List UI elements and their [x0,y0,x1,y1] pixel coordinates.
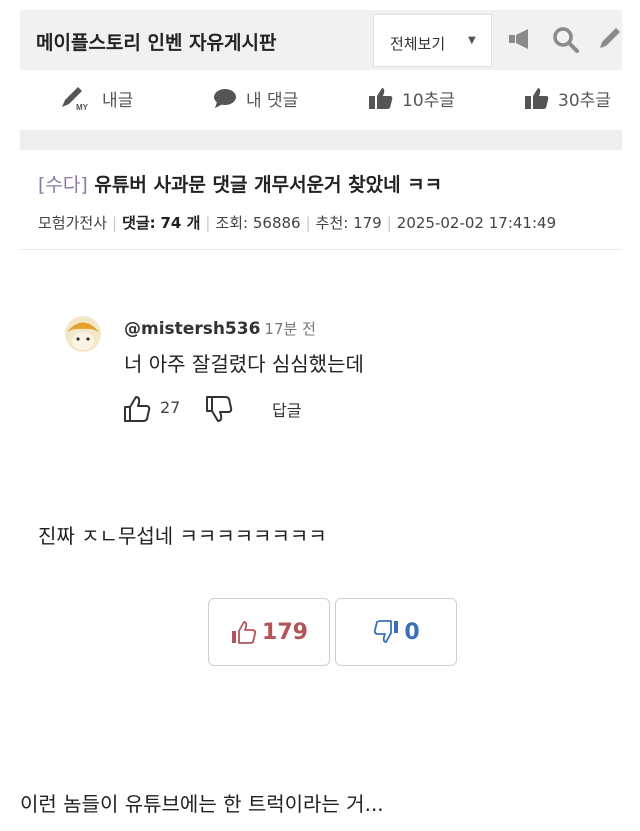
recommend-count: 179 [353,214,382,232]
my-posts-label: 내글 [102,90,134,111]
thumbs-up-outline-icon [232,621,257,644]
top10-label: 10추글 [402,90,455,111]
thumbs-up-icon [525,88,549,109]
my-comments-link[interactable]: 내 댓글 [212,84,298,112]
top10-link[interactable]: 10추글 [368,84,455,112]
downvote-button[interactable]: 0 [335,598,457,666]
comment-handle: @mistersh536 [124,319,261,339]
top30-label: 30추글 [558,90,611,111]
meta-divider [20,249,622,250]
my-menu-bar: MY 내글 내 댓글 10추글 30추글 [20,72,622,124]
my-posts-link[interactable]: MY 내글 [60,84,133,112]
megaphone-icon[interactable] [506,24,536,54]
upvote-count: 179 [262,619,308,645]
my-posts-icon: MY [62,87,89,111]
avatar [65,316,101,352]
search-icon[interactable] [550,24,580,54]
thumbs-down-outline-icon [374,620,399,643]
board-title[interactable]: 메이플스토리 인벤 자유게시판 [36,28,276,55]
post-meta: 모험가전사 | 댓글: 74 개 | 조회: 56886 | 추천: 179 | 2025-02… [38,214,557,232]
post-body-line: 진짜 ㅈㄴ무섭네 ㅋㅋㅋㅋㅋㅋㅋㅋ [38,524,327,548]
post-body-line: 이런 놈들이 유튜브에는 한 트럭이라는 거... [20,792,384,816]
board-header: 메이플스토리 인벤 자유게시판 전체보기 ▼ [20,10,622,70]
post-title-text: 유튜버 사과문 댓글 개무서운거 찾았네 ㅋㅋ [94,174,443,196]
post-datetime: 2025-02-02 17:41:49 [396,214,557,232]
post-category[interactable]: [수다] [38,174,88,196]
top30-link[interactable]: 30추글 [524,84,611,112]
upvote-button[interactable]: 179 [208,598,330,666]
thumbs-up-outline-icon [124,396,151,422]
my-comments-label: 내 댓글 [246,90,299,111]
comment-author: @mistersh536 17분 전 [124,318,316,339]
pencil-icon[interactable] [594,24,624,54]
comment-text: 너 아주 잘걸렸다 심심했는데 [124,352,364,376]
comments-count: 74 개 [160,214,201,232]
downvote-count: 0 [404,619,420,645]
recommend-label: 추천: [315,214,349,232]
view-filter-select[interactable]: 전체보기 ▼ [373,14,492,67]
section-divider [20,130,622,150]
thumbs-up-icon [369,88,393,109]
thumbs-down-outline-icon [206,396,233,422]
my-badge: MY [76,103,89,111]
speech-bubble-icon [214,89,236,108]
comment-time: 17분 전 [264,320,316,338]
views-count: 56886 [252,214,301,232]
views-label: 조회: [215,214,249,232]
comment-reply: 답글 [272,401,302,420]
chevron-down-icon: ▼ [468,35,476,46]
post-title: [수다] 유튜버 사과문 댓글 개무서운거 찾았네 ㅋㅋ [38,170,442,197]
view-filter-label: 전체보기 [390,35,446,53]
post-author[interactable]: 모험가전사 [38,214,107,232]
comments-label: 댓글: [122,214,156,232]
comment-like-count: 27 [160,398,181,417]
